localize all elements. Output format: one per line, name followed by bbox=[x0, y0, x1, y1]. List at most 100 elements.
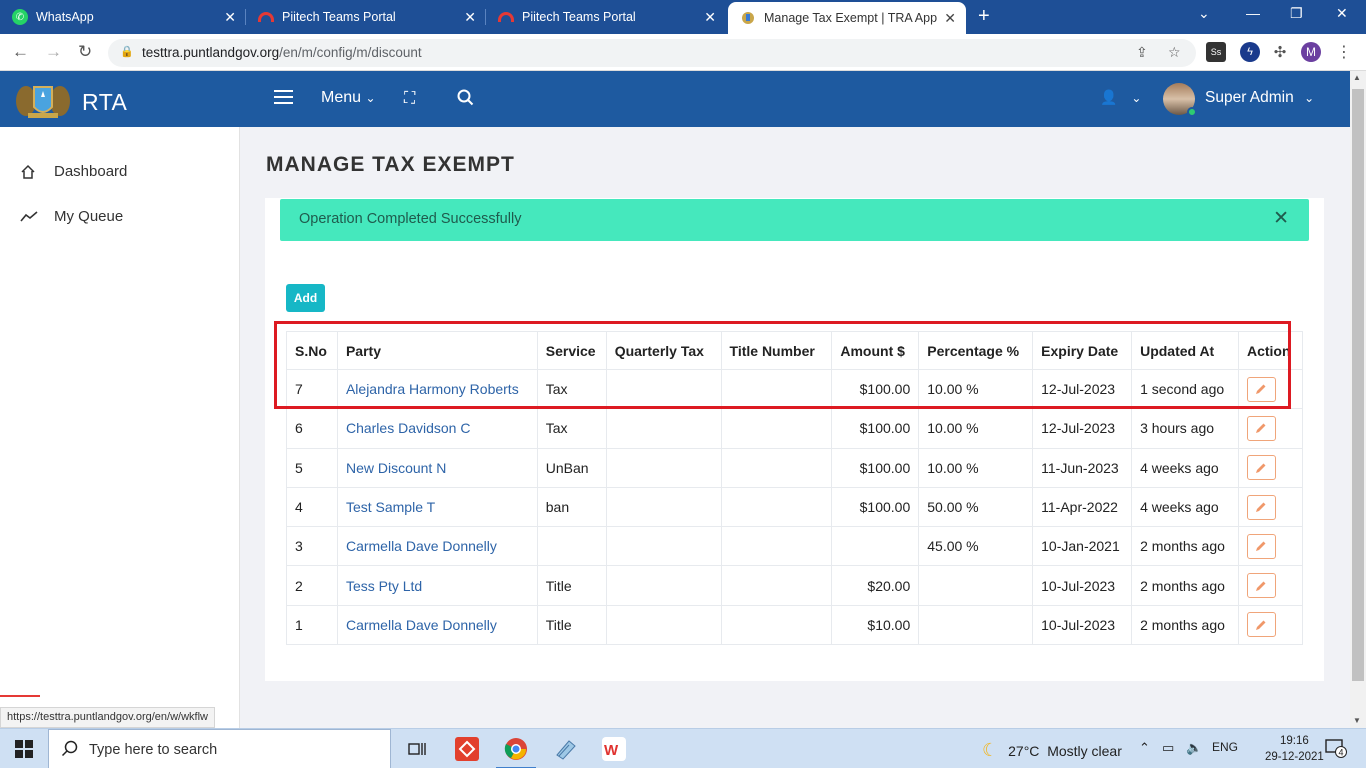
cell-percentage: 45.00 % bbox=[918, 526, 1034, 567]
status-bar-url: https://testtra.puntlandgov.org/en/w/wkf… bbox=[0, 707, 215, 728]
edit-button[interactable] bbox=[1246, 415, 1276, 441]
more-menu-icon[interactable]: ⋮ bbox=[1334, 42, 1354, 62]
share-icon[interactable]: ⇪ bbox=[1136, 44, 1148, 61]
scroll-up-arrow-icon[interactable]: ▲ bbox=[1353, 73, 1361, 82]
fullscreen-icon[interactable]: ⛶ bbox=[404, 90, 415, 108]
anydesk-icon[interactable] bbox=[453, 735, 481, 763]
cell-expiry: 12-Jul-2023 bbox=[1032, 408, 1133, 449]
admin-user-dropdown[interactable]: Super Admin ⌄ bbox=[1205, 89, 1314, 107]
tab-close-icon[interactable]: ✕ bbox=[944, 10, 956, 27]
party-link[interactable]: Charles Davidson C bbox=[346, 420, 471, 436]
party-link[interactable]: Carmella Dave Donnelly bbox=[346, 538, 497, 554]
party-link[interactable]: Test Sample T bbox=[346, 499, 435, 515]
party-link[interactable]: Carmella Dave Donnelly bbox=[346, 617, 497, 633]
tab-close-icon[interactable]: ✕ bbox=[464, 9, 476, 26]
table-row: 2 Tess Pty Ltd Title $20.00 10-Jul-2023 2 mon… bbox=[286, 565, 1303, 606]
network-icon[interactable]: ▭ bbox=[1162, 740, 1174, 756]
lock-icon: 🔒 bbox=[120, 46, 134, 58]
windows-start-icon[interactable] bbox=[15, 740, 33, 758]
bookmark-star-icon[interactable]: ☆ bbox=[1168, 44, 1181, 61]
cell-percentage: 10.00 % bbox=[918, 447, 1034, 488]
notepad-icon[interactable] bbox=[551, 735, 579, 763]
party-link[interactable]: Tess Pty Ltd bbox=[346, 578, 422, 594]
system-clock[interactable]: 19:16 29-12-2021 bbox=[1265, 733, 1324, 765]
menu-dropdown[interactable]: Menu ⌄ bbox=[321, 89, 376, 107]
clock-time: 19:16 bbox=[1280, 735, 1309, 747]
search-icon bbox=[61, 740, 78, 757]
edit-button[interactable] bbox=[1246, 455, 1276, 481]
cell-action bbox=[1237, 526, 1303, 567]
cell-title-no bbox=[720, 604, 833, 646]
cell-percentage bbox=[918, 565, 1034, 606]
weather-widget[interactable]: ☾ 27°C Mostly clear bbox=[982, 740, 1122, 761]
task-view-icon[interactable] bbox=[403, 735, 431, 763]
tab-piitech-2[interactable]: Piitech Teams Portal ✕ bbox=[486, 0, 726, 34]
reload-icon[interactable]: ↻ bbox=[78, 42, 92, 62]
language-indicator[interactable]: ENG bbox=[1212, 740, 1238, 754]
cell-updated: 2 months ago bbox=[1131, 526, 1239, 567]
chevron-down-icon: ⌄ bbox=[365, 91, 376, 105]
maximize-icon[interactable]: ❐ bbox=[1290, 5, 1303, 22]
trend-line-icon bbox=[20, 210, 42, 223]
profile-avatar[interactable]: M bbox=[1301, 42, 1321, 62]
taskbar-search-placeholder: Type here to search bbox=[89, 742, 218, 758]
cell-sno: 6 bbox=[286, 408, 338, 449]
edit-button[interactable] bbox=[1246, 573, 1276, 599]
edit-button[interactable] bbox=[1246, 533, 1276, 559]
back-arrow-icon[interactable]: ← bbox=[12, 42, 29, 62]
scrollbar-thumb[interactable] bbox=[1352, 89, 1364, 681]
edit-button[interactable] bbox=[1246, 494, 1276, 520]
tab-manage-tax-exempt[interactable]: Manage Tax Exempt | TRA App ✕ bbox=[728, 2, 966, 34]
cell-percentage: 50.00 % bbox=[918, 486, 1034, 528]
search-icon[interactable] bbox=[457, 89, 474, 106]
tab-close-icon[interactable]: ✕ bbox=[224, 9, 236, 26]
table-row: 1 Carmella Dave Donnelly Title $10.00 10-Jul… bbox=[286, 604, 1303, 646]
sidebar-item-label: My Queue bbox=[54, 208, 124, 225]
cell-updated: 2 months ago bbox=[1131, 604, 1239, 646]
cell-party: Carmella Dave Donnelly bbox=[336, 604, 538, 646]
cell-updated: 2 months ago bbox=[1131, 565, 1239, 606]
tab-whatsapp[interactable]: ✆ WhatsApp ✕ bbox=[0, 0, 246, 34]
forward-arrow-icon[interactable]: → bbox=[45, 42, 62, 62]
tab-title: Piitech Teams Portal bbox=[282, 10, 396, 24]
sidebar-item-my-queue[interactable]: My Queue bbox=[20, 208, 123, 225]
cell-title-no bbox=[720, 565, 833, 606]
tab-piitech-1[interactable]: Piitech Teams Portal ✕ bbox=[246, 0, 486, 34]
sidebar-item-label: Dashboard bbox=[54, 163, 128, 180]
party-link[interactable]: New Discount N bbox=[346, 460, 446, 476]
sidebar-item-dashboard[interactable]: Dashboard bbox=[20, 163, 127, 180]
chevron-down-icon: ⌄ bbox=[1131, 91, 1142, 105]
chrome-icon[interactable] bbox=[496, 735, 536, 768]
whatsapp-icon: ✆ bbox=[12, 9, 28, 25]
user-menu[interactable]: 👤 ⌄ bbox=[1100, 89, 1141, 106]
cell-updated: 3 hours ago bbox=[1131, 408, 1239, 449]
tab-close-icon[interactable]: ✕ bbox=[704, 9, 716, 26]
new-tab-plus-icon[interactable]: + bbox=[978, 5, 990, 28]
bolt-extension-icon[interactable]: ϟ bbox=[1240, 42, 1260, 62]
edit-button[interactable] bbox=[1246, 612, 1276, 638]
url-omnibox[interactable]: 🔒 testtra.puntlandgov.org/en/m/config/m/… bbox=[108, 39, 1196, 67]
notification-center-icon[interactable]: 4 bbox=[1325, 738, 1347, 761]
cell-percentage: 10.00 % bbox=[918, 408, 1034, 449]
cell-service: ban bbox=[536, 486, 607, 528]
close-icon[interactable]: ✕ bbox=[1273, 207, 1289, 230]
extensions-puzzle-icon[interactable]: ✣ bbox=[1270, 42, 1290, 62]
window-close-icon[interactable]: ✕ bbox=[1336, 5, 1348, 22]
tab-search-chevron-icon[interactable]: ⌄ bbox=[1198, 5, 1210, 22]
taskbar-search-box[interactable]: Type here to search bbox=[48, 729, 391, 768]
cell-action bbox=[1237, 486, 1303, 528]
cell-service: UnBan bbox=[536, 447, 607, 488]
moon-icon: ☾ bbox=[982, 740, 999, 760]
volume-icon[interactable]: 🔈 bbox=[1186, 740, 1202, 756]
minimize-icon[interactable]: — bbox=[1246, 5, 1260, 21]
hamburger-menu-icon[interactable] bbox=[274, 90, 293, 104]
screenshot-extension-icon[interactable]: Ss bbox=[1206, 42, 1226, 62]
cell-amount bbox=[831, 526, 920, 567]
home-icon bbox=[20, 164, 42, 180]
add-button[interactable]: Add bbox=[286, 284, 325, 312]
chevron-up-icon[interactable]: ⌃ bbox=[1139, 740, 1150, 756]
table-row: 5 New Discount N UnBan $100.00 10.00 % 11-Jun… bbox=[286, 447, 1303, 488]
scroll-down-arrow-icon[interactable]: ▼ bbox=[1353, 716, 1361, 725]
sidebar-badge bbox=[0, 695, 40, 707]
wps-office-icon[interactable]: W bbox=[600, 735, 628, 763]
